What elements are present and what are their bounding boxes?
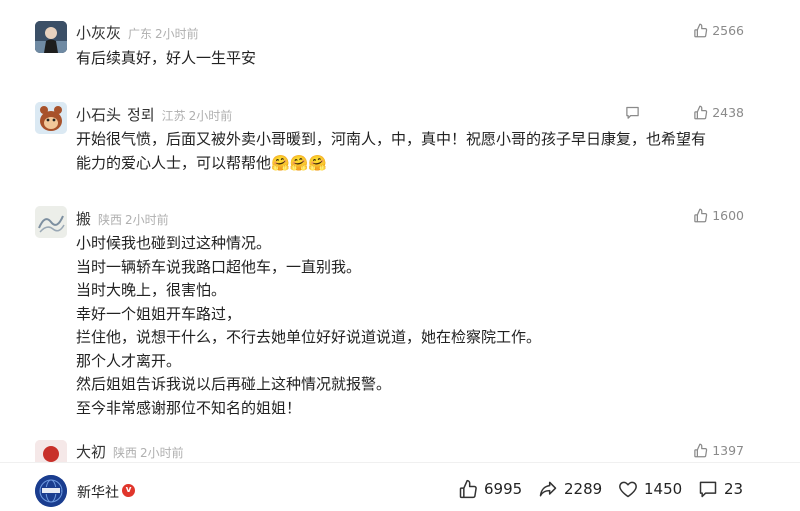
thumbs-up-icon	[694, 443, 708, 458]
comment-count: 23	[724, 480, 744, 498]
comment-line: 开始很气愤，后面又被外卖小哥暖到，河南人，中，真中！祝愿小哥的孩子早日康复，也希…	[76, 130, 707, 148]
avatar[interactable]	[35, 440, 67, 462]
region: 陕西	[98, 213, 123, 227]
comment-meta: 小灰灰 广东 2小时前	[76, 22, 199, 43]
comment-line: 幸好一个姐姐开车路过，	[76, 304, 242, 323]
timestamp: 2小时前	[155, 27, 199, 41]
comment-line: 能力的爱心人士，可以帮帮他🤗🤗🤗	[76, 152, 760, 176]
divider	[0, 462, 800, 463]
comment-line: 小时候我也碰到过这种情况。	[76, 234, 272, 252]
comment-bubble-icon	[699, 481, 717, 498]
comment-text: 开始很气愤，后面又被外卖小哥暖到，河南人，中，真中！祝愿小哥的孩子早日康复，也希…	[76, 128, 760, 175]
thumbs-up-icon	[694, 23, 708, 38]
publisher-avatar[interactable]	[35, 475, 67, 507]
comment-line: 那个人才离开。	[76, 351, 182, 370]
heart-icon	[619, 481, 637, 498]
share-count: 2289	[564, 480, 603, 498]
favorite-count: 1450	[644, 480, 683, 498]
like-count: 1600	[712, 208, 744, 223]
comment-text: 小时候我也碰到过这种情况。 当时一辆轿车说我路口超他车，一直别我。 当时大晚上，…	[76, 232, 760, 420]
comment-meta: 搬 陕西 2小时前	[76, 208, 169, 229]
avatar[interactable]	[35, 21, 67, 53]
emoji: 🤗	[289, 153, 309, 172]
region: 陕西	[113, 446, 138, 460]
thumbs-up-icon	[694, 208, 708, 223]
username[interactable]: 小石头 정뢰	[76, 104, 155, 125]
comment-line: 当时大晚上，很害怕。	[76, 281, 227, 299]
like-count: 6995	[484, 480, 523, 498]
share-button[interactable]: 2289	[538, 479, 602, 499]
username[interactable]: 大初	[76, 441, 106, 462]
favorite-button[interactable]: 1450	[618, 479, 682, 499]
publisher-name[interactable]: 新华社	[77, 482, 119, 502]
comment-line: 当时一辆轿车说我路口超他车，一直别我。	[76, 257, 362, 276]
comment-line: 至今非常感谢那位不知名的姐姐！	[76, 398, 302, 417]
comment-line: 然后姐姐告诉我说以后再碰上这种情况就报警。	[76, 375, 392, 393]
like-button[interactable]: 1397	[693, 443, 744, 458]
comment-line: 有后续真好，好人一生平安	[76, 49, 257, 67]
comment-text: 有后续真好，好人一生平安	[76, 47, 760, 71]
comment-list: 小灰灰 广东 2小时前 2566 有后续真好，好人一生平安 小石头 정뢰 江苏 …	[0, 0, 800, 462]
thumbs-up-icon	[694, 105, 708, 120]
comment-button[interactable]: 23	[698, 479, 743, 499]
username-text: 小石头	[76, 106, 122, 124]
bottom-action-bar: 新华社 v 6995 2289 1450 23	[0, 462, 800, 511]
username[interactable]: 搬	[76, 208, 91, 229]
avatar[interactable]	[35, 102, 67, 134]
comment-meta: 大初 陕西 2小时前	[76, 441, 184, 462]
timestamp: 2小时前	[140, 446, 184, 460]
timestamp: 2小时前	[188, 109, 233, 123]
username[interactable]: 小灰灰	[76, 22, 121, 43]
comment-bubble-icon	[626, 106, 639, 119]
like-button[interactable]: 2566	[693, 23, 744, 38]
like-button[interactable]: 2438	[693, 105, 744, 120]
thumbs-up-icon	[459, 479, 477, 499]
region: 广东	[128, 27, 153, 41]
globe-logo-icon	[35, 475, 67, 507]
emoji: 🤗	[308, 153, 328, 172]
comment-line-text: 能力的爱心人士，可以帮帮他	[76, 153, 272, 172]
share-arrow-icon	[539, 481, 557, 497]
timestamp: 2小时前	[125, 213, 169, 227]
comment-meta: 小石头 정뢰 江苏 2小时前	[76, 104, 232, 125]
like-button[interactable]: 1600	[693, 208, 744, 223]
region: 江苏	[161, 109, 186, 123]
avatar[interactable]	[35, 206, 67, 238]
verified-badge-icon: v	[122, 484, 135, 497]
like-count: 2566	[712, 23, 744, 38]
emoji: 🤗	[271, 153, 290, 172]
reply-button[interactable]	[625, 105, 640, 124]
username-tag: 정뢰	[127, 106, 155, 124]
comment-line: 拦住他，说想干什么，不行去她单位好好说道说道，她在检察院工作。	[76, 328, 542, 346]
like-count: 2438	[712, 105, 744, 120]
like-count: 1397	[712, 443, 744, 458]
like-button[interactable]: 6995	[458, 479, 522, 499]
